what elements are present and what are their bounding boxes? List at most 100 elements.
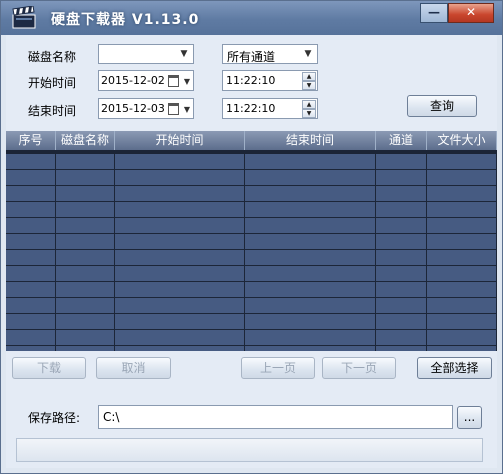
end-time-value: 11:22:10: [226, 102, 276, 115]
table-cell: [427, 298, 497, 314]
column-header[interactable]: 磁盘名称: [56, 131, 115, 150]
table-cell: [245, 298, 376, 314]
results-table[interactable]: 序号磁盘名称开始时间结束时间通道文件大小 ◀ ▶: [6, 131, 497, 351]
end-time-spinner[interactable]: ▲ ▼: [302, 100, 316, 118]
select-all-button[interactable]: 全部选择: [417, 357, 492, 379]
end-time-field[interactable]: 11:22:10 ▲ ▼: [222, 98, 318, 119]
table-cell: [376, 186, 427, 202]
table-row[interactable]: [6, 266, 497, 282]
table-row[interactable]: [6, 250, 497, 266]
table-cell: [115, 186, 245, 202]
chevron-down-icon[interactable]: ▼: [184, 105, 190, 114]
chevron-down-icon: ▼: [180, 49, 188, 59]
table-cell: [245, 266, 376, 282]
table-body: [6, 154, 497, 351]
table-cell: [245, 346, 376, 351]
table-cell: [6, 202, 56, 218]
chevron-down-icon: ▼: [304, 49, 312, 59]
start-date-picker[interactable]: 2015-12-02 ▼: [98, 70, 194, 91]
app-window: 硬盘下载器 V1.13.0 — ✕ 磁盘名称 ▼ 所有通道 ▼ 开始时间 201…: [0, 0, 503, 474]
disk-name-combo[interactable]: ▼: [98, 44, 194, 64]
table-cell: [245, 186, 376, 202]
table-cell: [56, 202, 115, 218]
table-cell: [427, 314, 497, 330]
table-header: 序号 磁盘名称 开始时间 结束时间 通道 文件大小: [6, 131, 497, 150]
table-row[interactable]: [6, 298, 497, 314]
end-time-label: 结束时间: [28, 104, 77, 118]
table-cell: [245, 154, 376, 170]
table-cell: [6, 250, 56, 266]
table-cell: [376, 170, 427, 186]
column-header[interactable]: 开始时间: [115, 131, 245, 150]
table-cell: [56, 218, 115, 234]
table-cell: [245, 202, 376, 218]
table-cell: [245, 250, 376, 266]
save-path-value: C:\: [103, 410, 120, 424]
column-header[interactable]: 序号: [6, 131, 56, 150]
download-button[interactable]: 下载: [12, 357, 86, 379]
table-row[interactable]: [6, 186, 497, 202]
title-bar: 硬盘下载器 V1.13.0 — ✕: [1, 1, 502, 35]
minimize-button[interactable]: —: [420, 3, 448, 23]
table-cell: [115, 282, 245, 298]
table-row[interactable]: [6, 282, 497, 298]
main-panel: 磁盘名称 ▼ 所有通道 ▼ 开始时间 2015-12-02 ▼ 11:22:10…: [6, 35, 497, 468]
close-button[interactable]: ✕: [448, 3, 494, 23]
table-cell: [6, 234, 56, 250]
prev-page-button[interactable]: 上一页: [241, 357, 315, 379]
table-cell: [6, 314, 56, 330]
disk-name-label: 磁盘名称: [28, 50, 77, 64]
table-cell: [56, 282, 115, 298]
table-cell: [6, 346, 56, 351]
table-cell: [427, 346, 497, 351]
calendar-icon[interactable]: [168, 75, 179, 87]
calendar-icon[interactable]: [168, 103, 179, 115]
next-page-button[interactable]: 下一页: [322, 357, 396, 379]
table-cell: [6, 266, 56, 282]
cancel-button[interactable]: 取消: [96, 357, 171, 379]
table-row[interactable]: [6, 218, 497, 234]
table-row[interactable]: [6, 314, 497, 330]
table-row[interactable]: [6, 154, 497, 170]
column-header[interactable]: 通道: [376, 131, 427, 150]
start-time-spinner[interactable]: ▲ ▼: [302, 72, 316, 90]
table-cell: [56, 186, 115, 202]
table-cell: [115, 330, 245, 346]
save-path-input[interactable]: C:\: [98, 405, 453, 429]
clapperboard-icon: [12, 6, 36, 29]
end-date-picker[interactable]: 2015-12-03 ▼: [98, 98, 194, 119]
table-cell: [115, 218, 245, 234]
table-cell: [245, 218, 376, 234]
table-cell: [6, 218, 56, 234]
table-cell: [115, 346, 245, 351]
column-header[interactable]: 结束时间: [245, 131, 376, 150]
table-cell: [56, 314, 115, 330]
column-header[interactable]: 文件大小: [427, 131, 497, 150]
chevron-down-icon[interactable]: ▼: [184, 77, 190, 86]
table-cell: [56, 154, 115, 170]
table-cell: [376, 314, 427, 330]
table-cell: [6, 154, 56, 170]
table-cell: [427, 218, 497, 234]
status-bar: [16, 438, 483, 462]
table-cell: [56, 234, 115, 250]
save-path-label: 保存路径:: [28, 411, 81, 425]
table-row[interactable]: [6, 330, 497, 346]
browse-button[interactable]: ...: [457, 406, 482, 429]
table-row[interactable]: [6, 346, 497, 351]
start-time-field[interactable]: 11:22:10 ▲ ▼: [222, 70, 318, 91]
table-cell: [115, 250, 245, 266]
table-cell: [115, 154, 245, 170]
channel-combo[interactable]: 所有通道 ▼: [222, 44, 318, 64]
table-row[interactable]: [6, 202, 497, 218]
table-row[interactable]: [6, 234, 497, 250]
table-cell: [245, 282, 376, 298]
query-button[interactable]: 查询: [407, 95, 477, 117]
table-cell: [245, 330, 376, 346]
table-cell: [115, 266, 245, 282]
table-cell: [427, 234, 497, 250]
table-row[interactable]: [6, 170, 497, 186]
table-cell: [427, 170, 497, 186]
table-cell: [427, 154, 497, 170]
table-cell: [115, 234, 245, 250]
